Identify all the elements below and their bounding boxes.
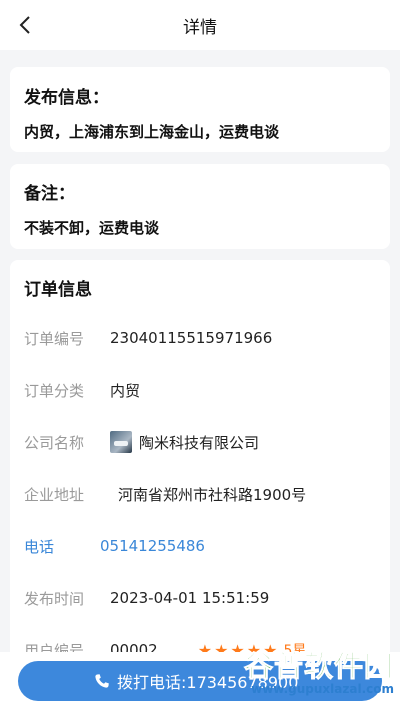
chevron-left-icon bbox=[19, 16, 30, 34]
publish-info-card: 发布信息： 内贸，上海浦东到上海金山，运费电谈 bbox=[10, 67, 390, 152]
company-name-value: 陶米科技有限公司 bbox=[139, 433, 260, 452]
order-category-row: 订单分类 内贸 bbox=[24, 378, 140, 402]
remark-card: 备注： 不装不卸，运费电谈 bbox=[10, 164, 390, 249]
company-name-row: 公司名称 陶米科技有限公司 bbox=[24, 430, 259, 454]
remark-heading: 备注： bbox=[24, 184, 75, 204]
company-logo bbox=[110, 431, 132, 453]
order-info-heading: 订单信息 bbox=[24, 280, 92, 300]
company-address-row: 企业地址 河南省郑州市社科路1900号 bbox=[24, 482, 306, 506]
publish-time-label: 发布时间 bbox=[24, 589, 85, 608]
order-category-value: 内贸 bbox=[110, 381, 141, 400]
page-title: 详情 bbox=[183, 17, 217, 38]
call-phone-button[interactable]: 拨打电话:17345678900 bbox=[18, 661, 382, 701]
phone-value[interactable]: 05141255486 bbox=[100, 537, 205, 555]
phone-icon bbox=[94, 673, 110, 689]
order-number-value: 23040115515971966 bbox=[110, 329, 273, 347]
call-phone-label: 拨打电话:17345678900 bbox=[117, 673, 299, 692]
phone-row[interactable]: 电话 05141255486 bbox=[24, 534, 205, 558]
company-address-value: 河南省郑州市社科路1900号 bbox=[118, 485, 307, 504]
order-number-row: 订单编号 23040115515971966 bbox=[24, 326, 272, 350]
remark-text: 不装不卸，运费电谈 bbox=[24, 219, 160, 237]
order-info-card: 订单信息 订单编号 23040115515971966 订单分类 内贸 公司名称… bbox=[10, 260, 390, 680]
bottom-bar: 拨打电话:17345678900 bbox=[0, 652, 400, 711]
back-button[interactable] bbox=[8, 8, 42, 42]
phone-label: 电话 bbox=[24, 537, 55, 556]
publish-time-row: 发布时间 2023-04-01 15:51:59 bbox=[24, 586, 269, 610]
company-address-label: 企业地址 bbox=[24, 485, 85, 504]
publish-info-heading: 发布信息： bbox=[24, 88, 109, 108]
publish-time-value: 2023-04-01 15:51:59 bbox=[110, 589, 270, 607]
order-category-label: 订单分类 bbox=[24, 381, 85, 400]
order-number-label: 订单编号 bbox=[24, 329, 85, 348]
company-name-label: 公司名称 bbox=[24, 433, 85, 452]
publish-info-text: 内贸，上海浦东到上海金山，运费电谈 bbox=[24, 123, 280, 141]
top-bar: 详情 bbox=[0, 0, 400, 50]
